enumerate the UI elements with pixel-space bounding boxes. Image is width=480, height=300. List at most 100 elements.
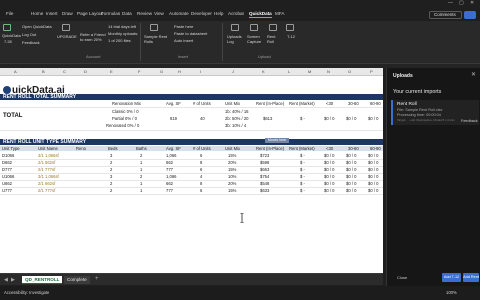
log-out-button[interactable]: Log Out [22, 32, 36, 37]
cell-bucket-30-60[interactable]: $0 / 0 [346, 167, 356, 172]
close-icon[interactable]: ✕ [471, 71, 476, 78]
cell-unit-type[interactable]: D777 [2, 167, 12, 172]
cell-bucket-lt30[interactable]: $0 / 0 [324, 160, 334, 165]
menu-review[interactable]: Review [137, 11, 152, 16]
col-B[interactable]: B [42, 69, 45, 74]
cell-rent-inplace[interactable]: $663 [260, 167, 269, 172]
spreadsheet-grid[interactable]: A B C D E F G H I J K L M N O P uickData… [0, 68, 383, 273]
menu-page-layout[interactable]: Page Layout [77, 11, 103, 16]
feedback-button[interactable]: Feedback [22, 40, 40, 45]
cell-baths[interactable]: 1 [140, 181, 142, 186]
col-I[interactable]: I [200, 69, 201, 74]
paste-here-button[interactable]: Paste here [174, 24, 193, 29]
cell-beds[interactable]: 2 [110, 188, 112, 193]
cell-beds[interactable]: 2 [110, 181, 112, 186]
cell-bucket-60-90[interactable]: $0 / 0 [368, 174, 378, 179]
cell-unit-type[interactable]: U777 [2, 188, 12, 193]
menu-mfa[interactable]: MFA [275, 11, 284, 16]
screen-capture-button[interactable]: Screen Capture [247, 34, 263, 44]
col-C[interactable]: C [63, 69, 66, 74]
cell-rent-inplace[interactable]: $548 [260, 181, 269, 186]
col-F[interactable]: F [138, 69, 140, 74]
uploads-log-button[interactable]: Uploads Log [227, 34, 243, 44]
import-feedback-link[interactable]: Feedback [461, 119, 478, 123]
cell-num-units[interactable]: 6 [200, 153, 202, 158]
open-quickdata-button[interactable]: Open QuickData [22, 24, 52, 29]
menu-home[interactable]: Home [31, 11, 43, 16]
col-E[interactable]: E [110, 69, 113, 74]
cell-bucket-60-90[interactable]: $0 / 0 [368, 167, 378, 172]
cell-num-units[interactable]: 8 [200, 181, 202, 186]
add-rent-button[interactable]: Add Rent [463, 273, 479, 282]
refer-friend-button[interactable]: Refer a Friend to earn 20% [80, 32, 106, 42]
cell-bucket-lt30[interactable]: $0 / 0 [324, 167, 334, 172]
cell-bucket-30-60[interactable]: $0 / 0 [346, 181, 356, 186]
add-t12-button[interactable]: Add T-12 [442, 273, 461, 282]
cell-rent-market[interactable]: $ - [300, 188, 305, 193]
cell-rent-market[interactable]: $ - [300, 174, 305, 179]
menu-formulas[interactable]: Formulas [101, 11, 120, 16]
cell-unit-type[interactable]: D662 [2, 160, 12, 165]
cell-unit-name[interactable]: 2/1 662sf [38, 160, 55, 165]
menu-data[interactable]: Data [122, 11, 132, 16]
cell-beds[interactable]: 3 [110, 174, 112, 179]
cell-unit-name[interactable]: 2/1 777sf [38, 167, 55, 172]
share-button[interactable] [464, 11, 476, 19]
cell-rent-inplace[interactable]: $723 [260, 153, 269, 158]
cell-bucket-60-90[interactable]: $0 / 0 [368, 153, 378, 158]
paste-to-datasheet-button[interactable]: Paste to datasheet [174, 31, 207, 36]
cell-avg-sf[interactable]: 662 [166, 181, 173, 186]
menu-developer[interactable]: Developer [191, 11, 212, 16]
cell-bucket-60-90[interactable]: $0 / 0 [368, 160, 378, 165]
cell-unit-type[interactable]: U662 [2, 181, 12, 186]
cell-baths[interactable]: 1 [140, 188, 142, 193]
cell-unit-mix[interactable]: 20% [228, 160, 236, 165]
menu-file[interactable]: File [6, 11, 13, 16]
cell-rent-market[interactable]: $ - [300, 160, 305, 165]
cell-rent-inplace[interactable]: $598 [260, 160, 269, 165]
add-sheet-icon[interactable]: + [95, 276, 99, 282]
col-D[interactable]: D [84, 69, 87, 74]
accessibility-status[interactable]: Accessibility: Investigate [4, 290, 49, 295]
cell-unit-type[interactable]: U1066 [2, 174, 14, 179]
col-N[interactable]: N [327, 69, 330, 74]
col-P[interactable]: P [370, 69, 373, 74]
col-G[interactable]: G [160, 69, 163, 74]
tab-complete[interactable]: Complete [64, 276, 90, 284]
cell-bucket-30-60[interactable]: $0 / 0 [346, 174, 356, 179]
cell-bucket-30-60[interactable]: $0 / 0 [346, 153, 356, 158]
cell-unit-mix[interactable]: 20% [228, 181, 236, 186]
menu-help[interactable]: Help [214, 11, 223, 16]
cell-baths[interactable]: 2 [140, 174, 142, 179]
cell-bucket-60-90[interactable]: $0 / 0 [368, 188, 378, 193]
cell-unit-mix[interactable]: 10% [228, 174, 236, 179]
cell-rent-inplace[interactable]: $633 [260, 188, 269, 193]
tab-qd-rentroll[interactable]: QD_RENTROLL [22, 276, 63, 284]
cell-unit-name[interactable]: 3/1 1,066sf [38, 174, 59, 179]
cell-bucket-lt30[interactable]: $0 / 0 [324, 153, 334, 158]
close-window-icon[interactable]: ✕ [470, 0, 474, 6]
upgrade-button[interactable]: UPGRADE [57, 34, 77, 39]
cell-beds[interactable]: 3 [110, 153, 112, 158]
menu-automate[interactable]: Automate [169, 11, 189, 16]
tab-prev-icon[interactable]: ◀ [4, 277, 8, 283]
cell-avg-sf[interactable]: 662 [166, 160, 173, 165]
col-A[interactable]: A [14, 69, 17, 74]
cell-unit-name[interactable]: 2/1 662sf [38, 181, 55, 186]
cell-unit-mix[interactable]: 15% [228, 167, 236, 172]
cell-unit-name[interactable]: 3/1 1,066sf [38, 153, 59, 158]
tab-next-icon[interactable]: ▶ [11, 277, 15, 283]
cell-beds[interactable]: 2 [110, 160, 112, 165]
cell-bucket-60-90[interactable]: $0 / 0 [368, 181, 378, 186]
cell-avg-sf[interactable]: 1,066 [166, 174, 176, 179]
comments-button[interactable]: Comments [429, 11, 462, 19]
zoom-level[interactable]: 100% [446, 290, 457, 295]
cell-unit-mix[interactable]: 15% [228, 153, 236, 158]
cell-baths[interactable]: 1 [140, 167, 142, 172]
cell-rent-inplace[interactable]: $754 [260, 174, 269, 179]
cell-num-units[interactable]: 4 [200, 174, 202, 179]
t12-button[interactable]: T-12 [287, 34, 295, 39]
panel-close-button[interactable]: Close [397, 275, 407, 280]
menu-draw[interactable]: Draw [62, 11, 73, 16]
cell-num-units[interactable]: 6 [200, 167, 202, 172]
